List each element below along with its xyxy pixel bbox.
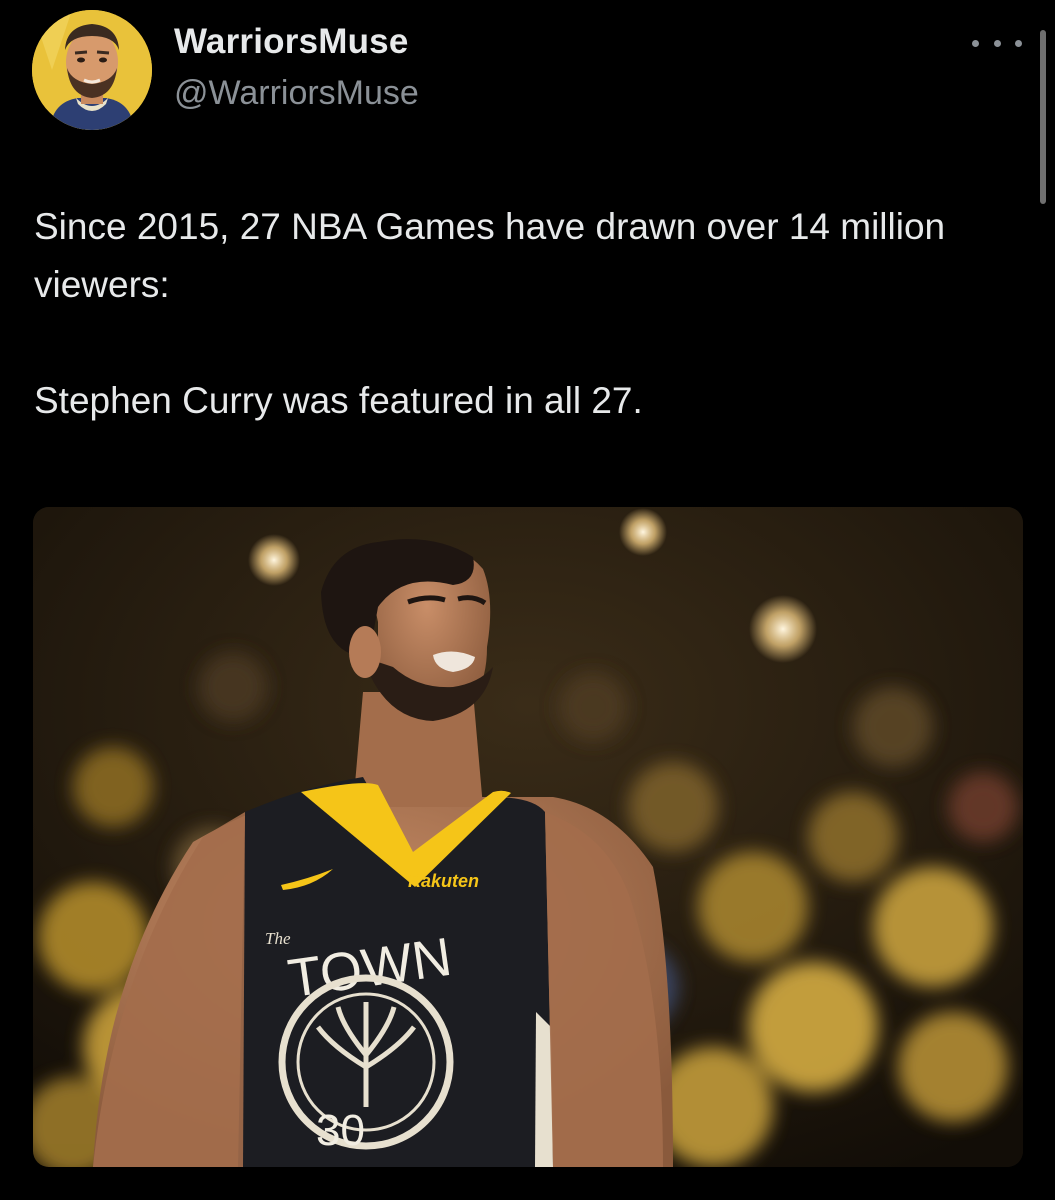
author-avatar[interactable] — [32, 10, 152, 130]
tweet-body: Since 2015, 27 NBA Games have drawn over… — [34, 198, 1024, 430]
tweet-text-line: Stephen Curry was featured in all 27. — [34, 380, 643, 421]
jersey-script-text: The — [265, 929, 291, 948]
author-display-name[interactable]: WarriorsMuse — [174, 22, 409, 62]
dot — [1015, 39, 1022, 47]
tweet-text-line: Since 2015, 27 NBA Games have drawn over… — [34, 206, 946, 305]
more-options-icon[interactable] — [972, 28, 1022, 58]
tweet-card: WarriorsMuse @WarriorsMuse Since 2015, 2… — [0, 0, 1055, 1200]
player-photo: Rakuten The TOWN 30 — [33, 507, 1023, 1167]
jersey-number-text: 30 — [316, 1106, 365, 1155]
tweet-media-photo[interactable]: Rakuten The TOWN 30 — [33, 507, 1023, 1167]
scrollbar[interactable] — [1040, 30, 1046, 204]
jersey-sponsor-text: Rakuten — [408, 871, 479, 891]
author-handle[interactable]: @WarriorsMuse — [174, 74, 419, 113]
dot — [972, 39, 979, 47]
cartoon-portrait-avatar-icon — [32, 10, 152, 130]
dot — [993, 39, 1001, 47]
